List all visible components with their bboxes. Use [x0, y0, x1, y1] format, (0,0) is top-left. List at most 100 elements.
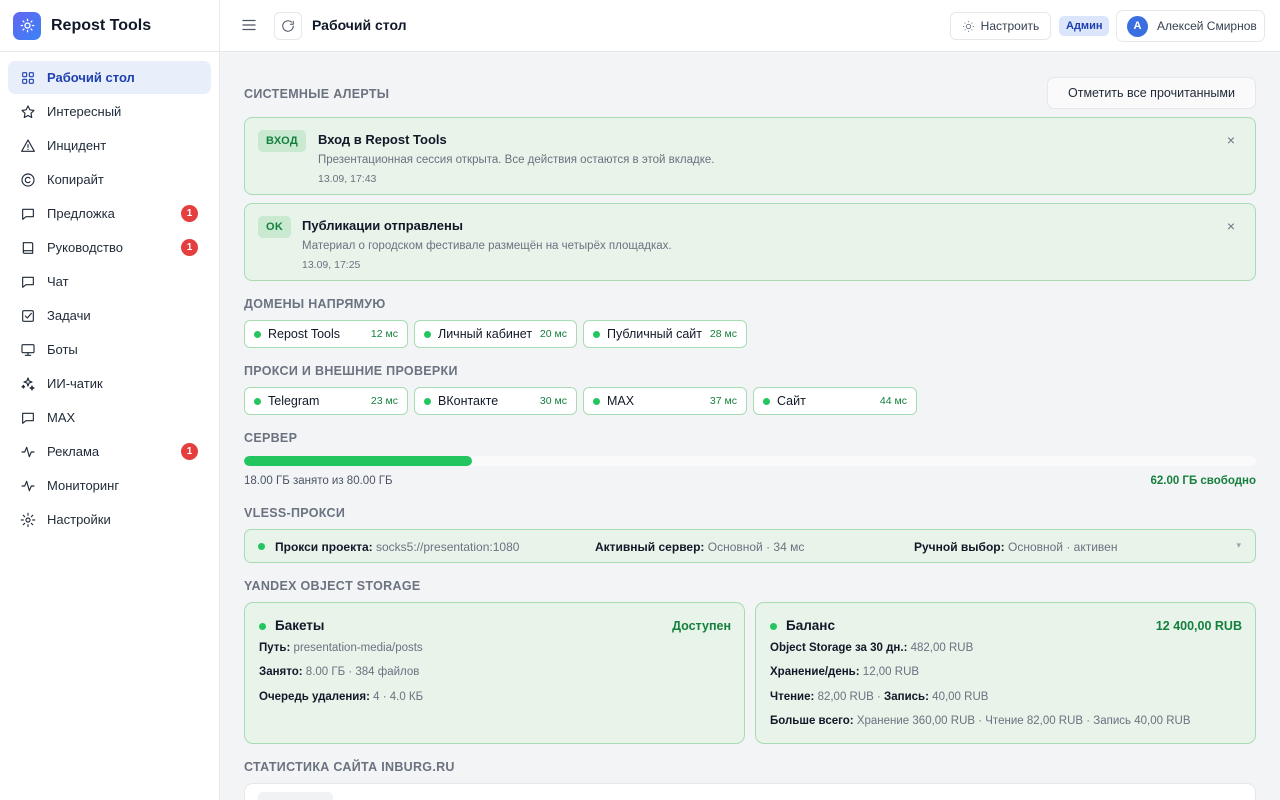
dashboard: Системные алерты Отметить все прочитанны… [220, 52, 1280, 800]
proxy-name: MAX [607, 394, 635, 408]
notification-badge: 1 [181, 443, 198, 460]
vless-section-title: VLESS-прокси [244, 506, 346, 520]
app-name: Repost Tools [51, 16, 152, 34]
proxy-chip: ВКонтакте 30 мс [414, 387, 577, 415]
bucket-path: Путь: presentation-media/posts [259, 642, 423, 654]
configure-label: Настроить [980, 19, 1040, 33]
sidebar-item-label: Реклама [47, 444, 100, 459]
sidebar-item[interactable]: Копирайт [8, 163, 211, 196]
domain-chip: Личный кабинет 20 мс [414, 320, 577, 348]
latency: 23 мс [370, 395, 398, 407]
configure-button[interactable]: Настроить [950, 12, 1051, 40]
latency: 12 мс [370, 328, 398, 340]
top-bar: Рабочий стол Настроить Админ А Алексей С… [220, 0, 1280, 52]
mark-all-read-button[interactable]: Отметить все прочитанными [1047, 77, 1256, 109]
vless-proxy-select[interactable]: Прокси проекта: socks5://presentation:10… [244, 529, 1256, 563]
sidebar-item[interactable]: Рабочий стол [8, 61, 211, 94]
manual-choice: Ручной выбор: Основной · активен [914, 540, 1118, 554]
chat-icon [20, 274, 36, 290]
sidebar-item-label: Инцидент [47, 138, 107, 153]
proxy-chip: Сайт 44 мс [753, 387, 917, 415]
sidebar-item-label: Копирайт [47, 172, 104, 187]
book-icon [20, 240, 36, 256]
storage-30d: Object Storage за 30 дн.: 482,00 RUB [770, 642, 974, 654]
sidebar-item[interactable]: Настройки [8, 503, 211, 536]
stats-tab[interactable] [258, 792, 333, 800]
site-stats-section-title: Статистика сайта inburg.ru [244, 760, 455, 774]
avatar: А [1127, 15, 1148, 37]
sidebar-item-label: Настройки [47, 512, 111, 527]
storage-section-title: Yandex Object Storage [244, 579, 421, 593]
sidebar-item[interactable]: Чат [8, 265, 211, 298]
proxy-name: Сайт [777, 394, 806, 408]
alert-time: 13.09, 17:43 [318, 173, 377, 185]
monitor-icon [20, 342, 36, 358]
status-dot [254, 330, 261, 338]
status-dot [593, 330, 600, 338]
read-write-cost: Чтение: 82,00 RUB · Запись: 40,00 RUB [770, 691, 989, 703]
sidebar-item[interactable]: Реклама 1 [8, 435, 211, 468]
refresh-button[interactable] [274, 12, 302, 40]
alert-title: Вход в Repost Tools [318, 132, 447, 147]
notification-badge: 1 [181, 239, 198, 256]
sidebar-item-label: Рабочий стол [47, 70, 135, 85]
status-dot [254, 397, 261, 405]
sidebar-item[interactable]: Интересный [8, 95, 211, 128]
sidebar-item[interactable]: Мониторинг [8, 469, 211, 502]
card-title: Бакеты [275, 618, 325, 633]
balance-amount: 12 400,00 RUB [1155, 619, 1242, 633]
status-dot [424, 397, 431, 405]
sidebar-item-label: Задачи [47, 308, 91, 323]
card-title: Баланс [786, 618, 835, 633]
domain-chip: Repost Tools 12 мс [244, 320, 408, 348]
alert-card: OK Публикации отправлены Материал о горо… [244, 203, 1256, 281]
checkbox-icon [20, 308, 36, 324]
copyright-icon [20, 172, 36, 188]
alerts-section-title: Системные алерты [244, 87, 390, 101]
sidebar-item-label: Чат [47, 274, 69, 289]
domain-name: Repost Tools [268, 327, 341, 341]
buckets-card: Бакеты Доступен Путь: presentation-media… [244, 602, 745, 744]
sidebar-item[interactable]: Предложка 1 [8, 197, 211, 230]
sidebar-item[interactable]: Боты [8, 333, 211, 366]
status-badge: Доступен [672, 619, 731, 633]
menu-icon[interactable] [240, 16, 258, 34]
sidebar-item[interactable]: Руководство 1 [8, 231, 211, 264]
notification-badge: 1 [181, 205, 198, 222]
sidebar-item-label: Мониторинг [47, 478, 120, 493]
domain-chip: Публичный сайт 28 мс [583, 320, 747, 348]
sidebar-item[interactable]: MAX [8, 401, 211, 434]
activity-icon [20, 478, 36, 494]
sidebar-item[interactable]: Задачи [8, 299, 211, 332]
chevron-down-icon: ▾ [1236, 540, 1241, 550]
alert-time: 13.09, 17:25 [302, 259, 361, 271]
latency: 37 мс [709, 395, 737, 407]
proxies-section-title: Прокси и внешние проверки [244, 364, 458, 378]
disk-usage-bar [244, 456, 1256, 466]
user-menu-button[interactable]: А Алексей Смирнов [1116, 10, 1265, 42]
status-dot [763, 397, 770, 405]
sidebar-item-label: Предложка [47, 206, 115, 221]
alert-tag: ВХОД [258, 130, 307, 152]
close-icon[interactable]: × [1227, 132, 1235, 148]
sidebar-item[interactable]: ИИ-чатик [8, 367, 211, 400]
alert-tag: OK [258, 216, 292, 238]
sidebar-item[interactable]: Инцидент [8, 129, 211, 162]
brand[interactable]: Repost Tools [0, 0, 219, 52]
latency: 28 мс [709, 328, 737, 340]
sun-icon [962, 20, 974, 32]
sidebar-item-label: Боты [47, 342, 78, 357]
balance-card: Баланс 12 400,00 RUB Object Storage за 3… [755, 602, 1256, 744]
sparkles-icon [20, 376, 36, 392]
alert-card: ВХОД Вход в Repost Tools Презентационная… [244, 117, 1256, 195]
project-proxy: Прокси проекта: socks5://presentation:10… [275, 540, 520, 554]
latency: 20 мс [539, 328, 567, 340]
status-dot [770, 623, 777, 630]
domains-section-title: Домены напрямую [244, 297, 386, 311]
domain-name: Публичный сайт [607, 327, 703, 341]
disk-used-text: 18.00 ГБ занято из 80.00 ГБ [244, 475, 393, 487]
sidebar-item-label: ИИ-чатик [47, 376, 103, 391]
active-server: Активный сервер: Основной · 34 мс [595, 540, 805, 554]
alert-text: Материал о городском фестивале размещён … [302, 240, 672, 252]
close-icon[interactable]: × [1227, 218, 1235, 234]
